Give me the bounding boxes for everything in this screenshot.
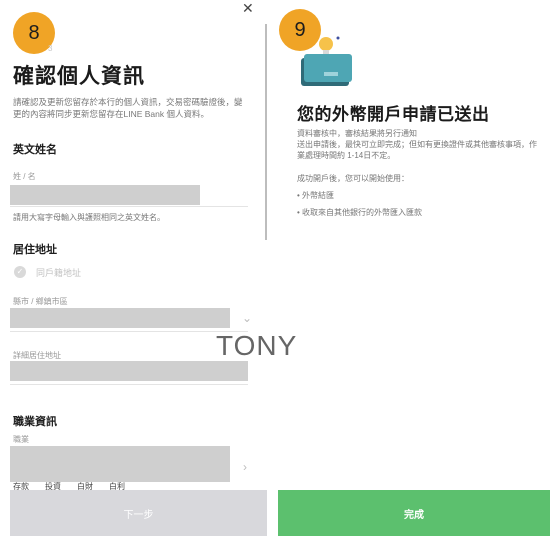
status-line-2: 送出申請後，最快可立即完成；但如有更換證件或其他審核事項，作業處理時間約 1-1… [297,140,537,160]
check-circle-icon[interactable]: ✓ [14,266,26,278]
name-hint: 請用大寫字母輸入與護照相同之英文姓名。 [13,213,165,222]
city-select[interactable] [10,308,230,328]
occupation-section-title: 職業資訊 [13,416,57,428]
screen-divider [265,24,267,240]
address-detail-divider [10,384,248,385]
english-name-section-title: 英文姓名 [13,144,57,156]
occupation-field-label: 職業 [13,435,29,444]
chevron-down-icon[interactable]: ⌄ [242,311,252,325]
done-button[interactable]: 完成 [278,490,550,536]
same-as-household-label[interactable]: 同戶籍地址 [36,266,81,279]
city-field-divider [10,331,248,332]
watermark-text: TONY [216,330,298,361]
name-field-label: 姓 / 名 [13,172,36,181]
page-title: 確認個人資訊 [13,65,145,88]
confirmation-title: 您的外幣開戶申請已送出 [297,105,490,124]
chevron-right-icon[interactable]: › [243,460,247,474]
occupation-partial-text: 存款 投資 白財 白利 [13,482,125,490]
address-detail-input[interactable] [10,361,248,381]
feature-item-1: • 外幣結匯 [297,191,335,200]
page-description: 請確認及更新您留存於本行的個人資訊，交易密碼驗證後，變更的內容將同步更新您留存在… [13,97,243,119]
address-detail-label: 詳細居住地址 [13,351,61,360]
name-input[interactable] [10,185,200,205]
status-line-1: 資料審核中，審核結果將另行通知 [297,129,417,138]
feature-item-2: • 收取來自其他銀行的外幣匯入匯款 [297,208,423,217]
next-button[interactable]: 下一步 [10,490,267,536]
after-success-title: 成功開戶後，您可以開始使用： [297,174,409,183]
name-field-divider [10,206,248,207]
city-field-label: 縣市 / 鄉鎮市區 [13,297,68,306]
step-indicator-faint: 3 [48,44,53,53]
occupation-select[interactable] [10,446,230,482]
card-bulb-illustration [296,28,356,90]
close-icon[interactable]: ✕ [242,0,254,17]
address-section-title: 居住地址 [13,244,57,256]
